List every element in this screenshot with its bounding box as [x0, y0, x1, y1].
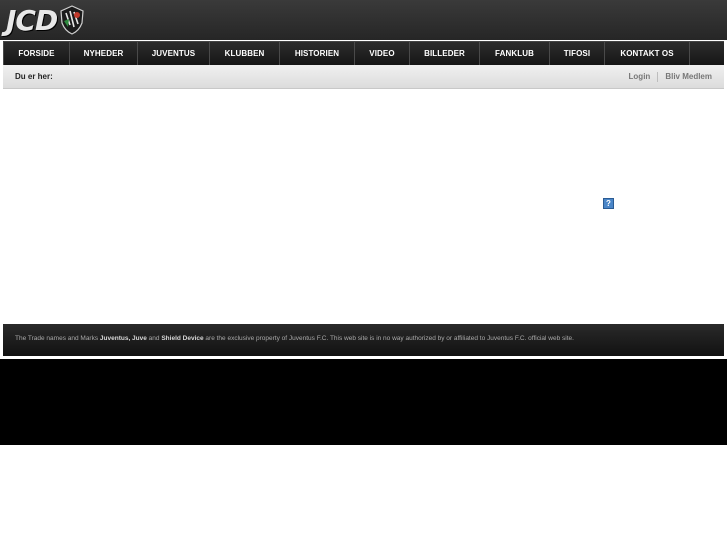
logo-text: JCD [6, 3, 58, 37]
broken-image-icon: ? [603, 198, 614, 209]
nav-item-tifosi[interactable]: TIFOSI [550, 42, 605, 65]
nav-item-juventus[interactable]: JUVENTUS [138, 42, 210, 65]
footer-bold-2: Shield Device [161, 335, 204, 342]
site-footer: The Trade names and Marks Juventus, Juve… [3, 324, 724, 356]
footer-disclaimer: The Trade names and Marks Juventus, Juve… [15, 335, 574, 342]
nav-item-video[interactable]: VIDEO [355, 42, 410, 65]
nav-item-billeder[interactable]: BILLEDER [410, 42, 480, 65]
nav-item-fanklub[interactable]: FANKLUB [480, 42, 550, 65]
link-divider [657, 72, 659, 82]
nav-item-nyheder[interactable]: NYHEDER [70, 42, 138, 65]
login-link[interactable]: Login [629, 72, 651, 82]
breadcrumb-bar: Du er her: Login Bliv Medlem [3, 65, 724, 89]
footer-bold-1: Juventus, Juve [99, 335, 147, 342]
black-band [0, 359, 727, 445]
main-navigation: FORSIDE NYHEDER JUVENTUS KLUBBEN HISTORI… [3, 41, 724, 65]
footer-text-1: The Trade names and Marks [15, 335, 100, 342]
nav-item-historien[interactable]: HISTORIEN [280, 42, 355, 65]
footer-text-3: are the exclusive property of Juventus F… [203, 335, 574, 342]
nav-item-klubben[interactable]: KLUBBEN [210, 42, 280, 65]
site-logo[interactable]: JCD [6, 3, 85, 37]
breadcrumb-label: Du er her: [15, 72, 53, 81]
site-header: JCD [0, 0, 727, 40]
zebra-shield-icon [60, 5, 84, 35]
user-links: Login Bliv Medlem [629, 72, 712, 82]
footer-text-2: and [146, 335, 162, 342]
nav-item-forside[interactable]: FORSIDE [3, 42, 70, 65]
nav-item-kontakt-os[interactable]: KONTAKT OS [605, 42, 690, 65]
register-link[interactable]: Bliv Medlem [665, 72, 712, 82]
